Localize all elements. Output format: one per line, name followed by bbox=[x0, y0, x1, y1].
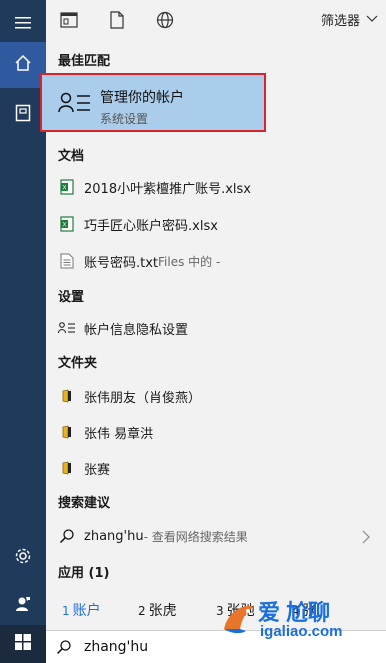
tab-1[interactable]: 1 账户 bbox=[62, 600, 101, 620]
web-suggestion-item[interactable]: zhang'hu - 查看网络搜索结果 bbox=[46, 521, 386, 551]
document-name: 2018小叶紫檀推广账号.xlsx bbox=[84, 181, 251, 197]
account-icon bbox=[58, 92, 92, 118]
tab-2[interactable]: 2 张虎 bbox=[138, 600, 177, 620]
tab-label: 张虎 bbox=[148, 603, 177, 619]
suggestion-query: zhang'hu bbox=[84, 528, 144, 544]
folder-icon bbox=[54, 461, 80, 475]
watermark-url: igaliao.com bbox=[260, 623, 343, 640]
tab-number: 1 bbox=[62, 604, 70, 618]
search-input[interactable]: zhang'hu bbox=[84, 639, 148, 655]
bird-logo-icon bbox=[220, 599, 258, 647]
list-item[interactable]: 张伟朋友（肖俊燕） bbox=[46, 381, 386, 411]
search-icon bbox=[56, 639, 72, 659]
folder-name: 张赛 bbox=[84, 462, 111, 478]
top-toolbar: 筛选器 bbox=[46, 0, 386, 40]
site-watermark: 爱 尬聊 igaliao.com bbox=[220, 595, 378, 647]
list-item[interactable]: X 巧手匠心账户密码.xlsx bbox=[46, 209, 386, 239]
settings-button[interactable] bbox=[0, 535, 46, 581]
folder-name: 张伟朋友（肖俊燕） bbox=[84, 390, 202, 406]
section-settings: 设置 bbox=[58, 290, 85, 305]
feedback-button[interactable] bbox=[0, 583, 46, 629]
document-name: 巧手匠心账户密码.xlsx bbox=[84, 218, 218, 234]
document-location: Files 中的 - bbox=[158, 254, 221, 269]
text-file-icon bbox=[54, 253, 80, 269]
filter-button[interactable]: 筛选器 bbox=[321, 10, 378, 29]
list-item[interactable]: 张伟 易章洪 bbox=[46, 417, 386, 447]
person-feedback-icon bbox=[14, 595, 32, 617]
filter-label: 筛选器 bbox=[320, 14, 360, 29]
svg-text:X: X bbox=[63, 223, 67, 229]
document-icon[interactable] bbox=[106, 9, 128, 31]
folder-icon bbox=[54, 425, 80, 439]
section-suggestions: 搜索建议 bbox=[58, 496, 111, 511]
hamburger-icon bbox=[15, 14, 31, 33]
home-icon bbox=[14, 54, 32, 76]
svg-text:X: X bbox=[63, 186, 67, 192]
globe-icon[interactable] bbox=[154, 9, 176, 31]
section-folders: 文件夹 bbox=[58, 356, 98, 371]
best-match-title: 管理你的帐户 bbox=[100, 90, 184, 106]
folder-icon bbox=[54, 389, 80, 403]
list-item[interactable]: 张赛 bbox=[46, 453, 386, 483]
best-match-item[interactable]: 管理你的帐户 系统设置 bbox=[40, 73, 266, 132]
section-best-match: 最佳匹配 bbox=[58, 54, 111, 69]
section-apps: 应用 (1) bbox=[58, 566, 110, 581]
section-documents: 文档 bbox=[58, 149, 85, 164]
excel-icon: X bbox=[54, 179, 80, 195]
best-match-subtitle: 系统设置 bbox=[100, 112, 149, 126]
apps-icon[interactable] bbox=[58, 9, 80, 31]
list-item[interactable]: 帐户信息隐私设置 bbox=[46, 313, 386, 343]
folder-name: 张伟 易章洪 bbox=[84, 426, 154, 442]
tab-number: 2 bbox=[138, 604, 146, 618]
menu-button[interactable] bbox=[0, 0, 46, 46]
gear-icon bbox=[14, 547, 32, 569]
search-icon bbox=[54, 528, 80, 544]
windows-logo-icon bbox=[15, 634, 31, 654]
tab-label: 账户 bbox=[72, 603, 101, 619]
setting-name: 帐户信息隐私设置 bbox=[84, 322, 189, 338]
account-icon bbox=[54, 322, 80, 334]
start-button[interactable] bbox=[0, 625, 46, 663]
excel-icon: X bbox=[54, 216, 80, 232]
chevron-down-icon bbox=[366, 12, 378, 27]
document-name: 账号密码.txt bbox=[84, 255, 159, 271]
notebook-icon bbox=[15, 104, 31, 126]
suggestion-hint: - 查看网络搜索结果 bbox=[143, 529, 248, 544]
list-item[interactable]: X 2018小叶紫檀推广账号.xlsx bbox=[46, 172, 386, 202]
chevron-right-icon bbox=[362, 529, 370, 548]
list-item[interactable]: 账号密码.txt Files 中的 - bbox=[46, 246, 386, 276]
